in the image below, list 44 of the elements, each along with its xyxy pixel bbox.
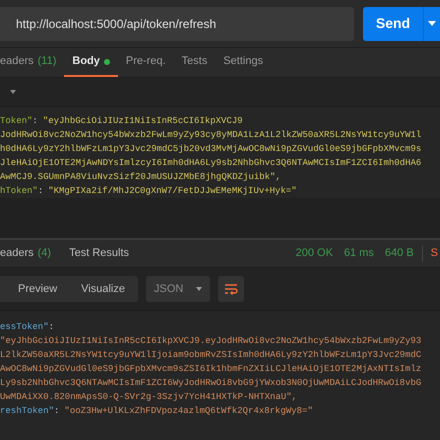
- colon: :: [38, 185, 44, 198]
- colon: :: [32, 115, 38, 128]
- caret-icon: [428, 21, 436, 26]
- request-tab[interactable]: eaders (11): [0, 48, 64, 77]
- view-mode-tab[interactable]: Visualize: [81, 280, 125, 298]
- response-size: 640 B: [384, 246, 414, 262]
- json-value: AwMCJ9.SGUmnPA8ViuNvzSizf20JmUSUJZMbE8jhgQKDZjuibk",: [0, 171, 282, 184]
- json-value: "eyJhbGciOiJIUzI1NiIsInR5cCI6IkpXVCJ9: [42, 115, 243, 128]
- format-dropdown[interactable]: JSON: [146, 276, 210, 302]
- json-key: reshToken": [0, 404, 54, 418]
- json-key: essToken": [0, 320, 49, 334]
- url-field[interactable]: http://localhost:5000/api/token/refresh: [0, 6, 354, 40]
- json-value: h0dHA6Ly9zY2hlbWFzLm1pY3Jvc29mdC5jb20vd3MvMjAwOC8wNi9pZGVudGl0eS9jbGFpbXMvcm9s: [0, 143, 422, 156]
- caret-icon[interactable]: [10, 90, 16, 94]
- send-button[interactable]: Send: [363, 6, 423, 40]
- send-dropdown[interactable]: [423, 6, 440, 40]
- colon: :: [54, 405, 60, 418]
- json-value: Ly9sb2NhbGhvc3Q6NTAwMCIsImF1ZCI6WyJodHRwOi8vbG9jYWxob3N0OjUwMDAiLCJodHRwOi8vbG: [0, 377, 422, 390]
- response-time: 61 ms: [344, 246, 374, 262]
- json-key: Token": [0, 114, 32, 128]
- tab-count: (11): [38, 54, 56, 70]
- json-value: "eyJhbGciOiJIUzI1NiIsInR5cCI6IkpXVCJ9.eyJodHRwOi8vc2NoZW1hcy54bWxzb2FwLm9yZy93: [0, 335, 422, 348]
- json-value: "KMgPIXa2if/MhJ2C0gXnW7/FetDJJwEMeMKjIUv+Hyk=": [48, 185, 297, 198]
- json-value: JleHAiOjE1OTE2MjAwNDYsImlzcyI6Imh0dHA6Ly9sb2NhbGhvc3Q6NTAwMCIsImF1ZCI6Imh0dHA6: [0, 157, 422, 170]
- tab-count: (4): [38, 246, 52, 262]
- json-value: JodHRwOi8vc2NoZW1hcy54bWxzb2FwLm9yZy93cy8yMDA1LzA1L2lkZW50aXR5L2NsYW1tcy9uYW1l: [0, 129, 422, 142]
- colon: :: [48, 321, 54, 334]
- status-code: 200 OK: [296, 246, 333, 262]
- request-tab[interactable]: Tests: [174, 48, 216, 77]
- view-mode-tab[interactable]: Preview: [18, 280, 58, 298]
- response-tab[interactable]: Test Results: [69, 245, 130, 262]
- wrap-icon: [224, 284, 238, 294]
- json-value: "ooZ3Hw+UlKLxZhFDVpoz4azlmQ6tWfk2Qr4x8rkgWy8=": [64, 405, 313, 418]
- caret-icon: [196, 287, 202, 291]
- request-tab[interactable]: Pre-req.: [118, 48, 174, 77]
- wrap-lines-button[interactable]: [218, 276, 244, 302]
- request-tab[interactable]: Settings: [215, 48, 272, 77]
- json-value: L2lkZW50aXR5L2NsYW1tcy9uYW1lIjoiam9obmRvZSIsImh0dHA6Ly9zY2hlbWFzLm1pY3Jvc29mdC: [0, 349, 422, 362]
- response-tab[interactable]: eaders (4): [0, 245, 52, 262]
- json-value: AwOC8wNi9pZGVudGl0eS9jbGFpbXMvcm9sZSI6Ik1hbmFnZXIiLCJleHAiOjE1OTE2MjAxNTIsImlz: [0, 363, 422, 376]
- request-tab[interactable]: Body: [64, 48, 118, 77]
- json-value: UwMDAiXX0.820nmApsS0-Q-SVr2g-3Szjv7YcH41HXTkP-NHTXnaU",: [0, 391, 298, 404]
- json-key: hToken": [0, 184, 38, 198]
- save-response-link[interactable]: S: [430, 245, 438, 262]
